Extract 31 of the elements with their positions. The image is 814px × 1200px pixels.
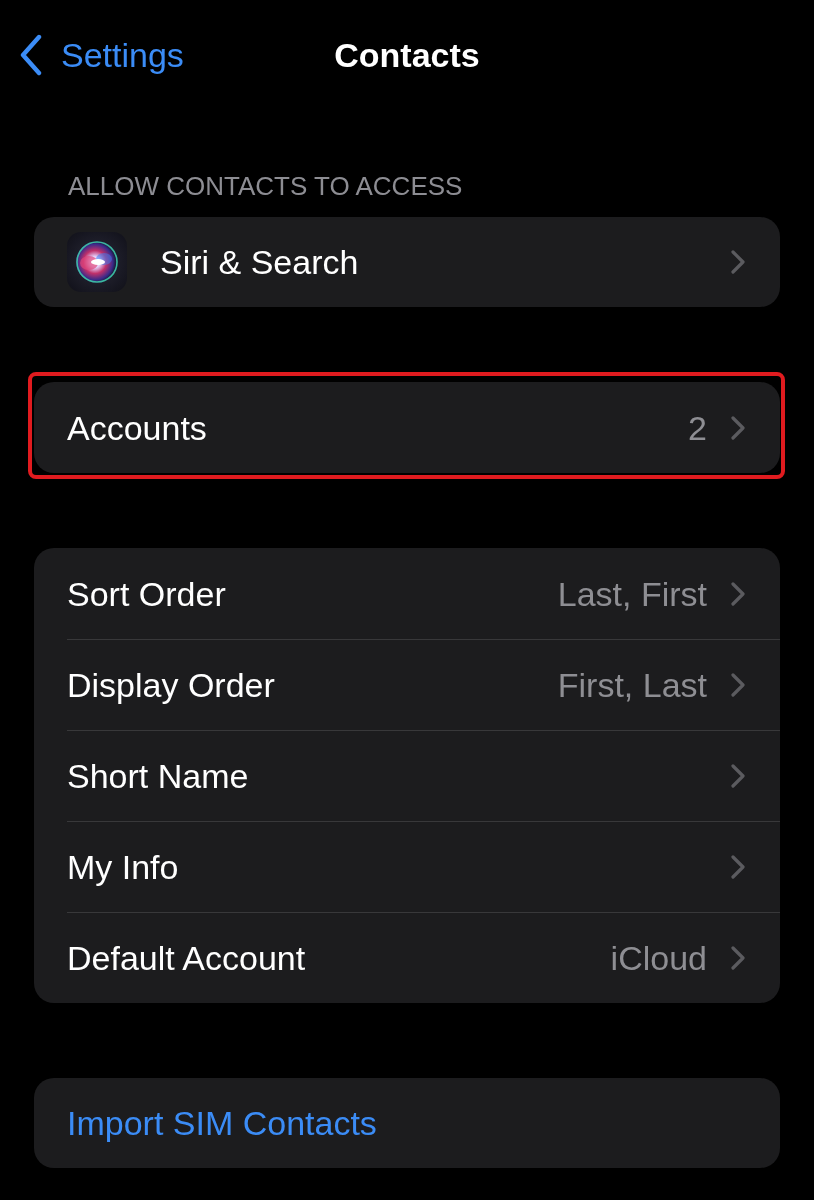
row-label: Siri & Search (160, 242, 359, 283)
page-title: Contacts (334, 35, 480, 76)
row-value: Last, First (557, 573, 707, 615)
row-label: My Info (67, 847, 179, 888)
orb-app-icon (67, 232, 127, 292)
row-label: Sort Order (67, 573, 226, 615)
chevron-icon (731, 673, 745, 697)
settings-row[interactable]: My Info (34, 821, 780, 912)
row-label: Display Order (67, 665, 275, 706)
back-chevron-icon (19, 34, 43, 76)
settings-row[interactable]: Accounts 2 (34, 382, 780, 473)
row-label: Accounts (67, 407, 207, 449)
row-label: Short Name (67, 756, 249, 797)
row-label: Default Account (67, 938, 306, 979)
section-header: ALLOW CONTACTS TO ACCESS (68, 171, 463, 201)
chevron-icon (731, 415, 745, 440)
settings-row[interactable]: Sort Order Last, First (34, 548, 780, 639)
chevron-icon (731, 250, 745, 274)
chevron-icon (731, 581, 745, 606)
chevron-icon (731, 946, 745, 970)
row-value: First, Last (557, 665, 707, 706)
action-link[interactable]: Import SIM Contacts (67, 1102, 377, 1144)
settings-row[interactable]: Display Order First, Last (34, 639, 780, 730)
settings-row[interactable]: Siri & Search (34, 217, 780, 307)
back-button[interactable]: Settings (19, 33, 184, 77)
settings-row[interactable]: Short Name (34, 730, 780, 821)
row-value: 2 (688, 407, 707, 449)
row-value: iCloud (610, 938, 707, 979)
chevron-icon (731, 855, 745, 879)
settings-row[interactable]: Default Account iCloud (34, 912, 780, 1003)
chevron-icon (731, 764, 745, 788)
